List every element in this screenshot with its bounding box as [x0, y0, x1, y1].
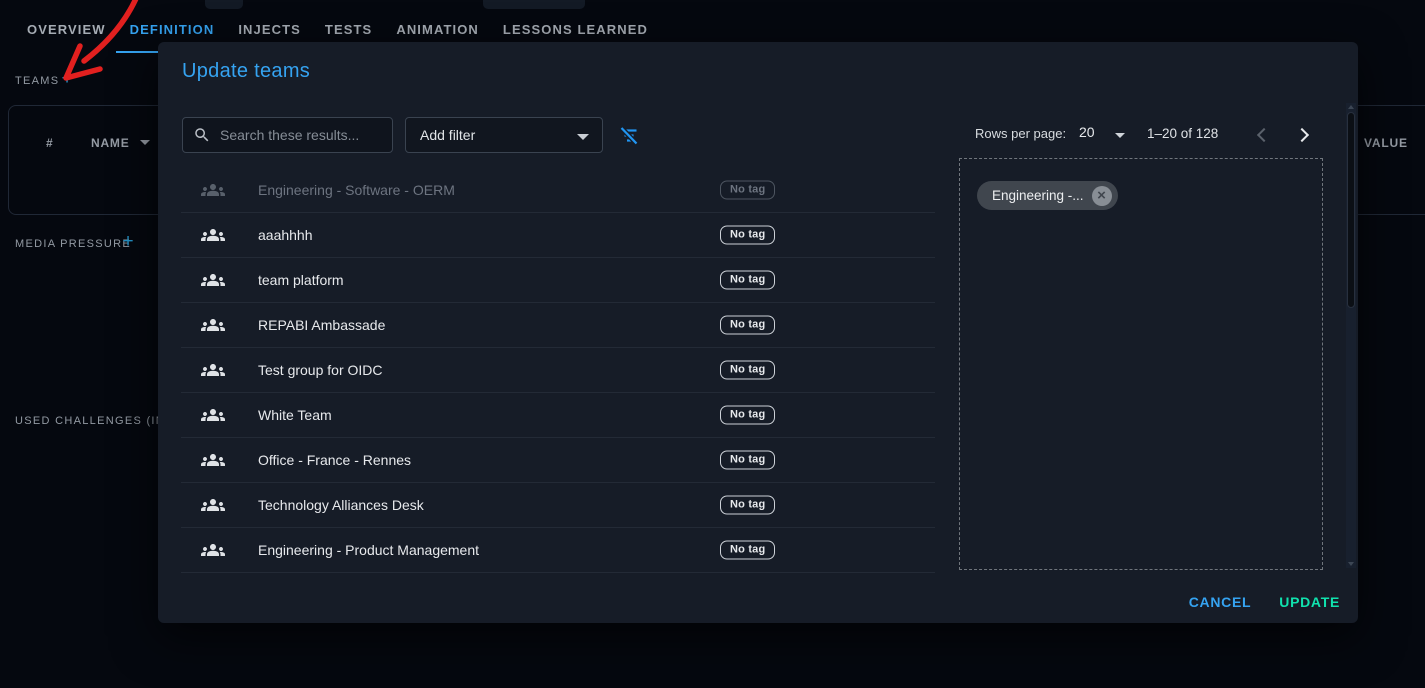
dialog-actions: CANCEL UPDATE [1189, 594, 1340, 610]
tab-overview[interactable]: OVERVIEW [15, 22, 118, 53]
no-tag-chip: No tag [720, 451, 775, 470]
cancel-button[interactable]: CANCEL [1189, 594, 1252, 610]
add-filter-select[interactable]: Add filter [405, 117, 603, 153]
sort-caret-icon [140, 140, 150, 145]
team-row[interactable]: Technology Alliances Desk No tag [181, 483, 935, 528]
scroll-down-icon [1348, 562, 1354, 566]
close-icon[interactable]: × [1092, 186, 1112, 206]
no-tag-chip: No tag [720, 541, 775, 560]
no-tag-chip: No tag [720, 271, 775, 290]
clear-filters-button[interactable] [617, 124, 641, 148]
teams-section-label: TEAMS [15, 75, 59, 87]
team-list: Engineering - Software - OERM No tag aaa… [181, 168, 935, 573]
update-button[interactable]: UPDATE [1279, 594, 1340, 610]
groups-icon [201, 358, 225, 382]
team-row[interactable]: Engineering - Product Management No tag [181, 528, 935, 573]
caret-down-icon [577, 134, 589, 140]
top-edge-box-small [205, 0, 243, 9]
groups-icon [201, 493, 225, 517]
dialog-title: Update teams [182, 60, 310, 83]
update-teams-dialog: Update teams Add filter [158, 42, 1358, 623]
add-filter-label: Add filter [420, 127, 475, 143]
scrollbar-thumb[interactable] [1347, 112, 1355, 308]
no-tag-chip: No tag [720, 406, 775, 425]
team-row[interactable]: aaahhhh No tag [181, 213, 935, 258]
groups-icon [201, 268, 225, 292]
selected-team-chip: Engineering -... × [977, 181, 1118, 210]
rows-per-page-label: Rows per page: [975, 126, 1066, 141]
next-page-button[interactable] [1293, 124, 1315, 146]
caret-down-icon [1115, 133, 1125, 138]
media-pressure-section-label: MEDIA PRESSURE [15, 238, 131, 250]
team-name: Technology Alliances Desk [258, 497, 424, 513]
groups-icon [201, 178, 225, 202]
team-row[interactable]: Test group for OIDC No tag [181, 348, 935, 393]
filter-off-icon [617, 124, 641, 148]
team-row[interactable]: Office - France - Rennes No tag [181, 438, 935, 483]
table-col-value: VALUE [1364, 136, 1408, 150]
table-col-name-sort[interactable]: NAME [91, 136, 150, 150]
table-col-number: # [46, 136, 53, 150]
pagination-range-label: 1–20 of 128 [1147, 126, 1218, 141]
no-tag-chip: No tag [720, 316, 775, 335]
no-tag-chip: No tag [720, 226, 775, 245]
search-icon [193, 126, 211, 144]
team-name: Test group for OIDC [258, 362, 383, 378]
search-input[interactable] [220, 127, 382, 143]
groups-icon [201, 538, 225, 562]
rows-per-page-select[interactable]: 20 [1079, 124, 1125, 146]
team-name: White Team [258, 407, 332, 423]
team-name: aaahhhh [258, 227, 313, 243]
selected-teams-dropzone[interactable]: Engineering -... × [959, 158, 1323, 570]
groups-icon [201, 223, 225, 247]
groups-icon [201, 448, 225, 472]
team-name: Engineering - Product Management [258, 542, 479, 558]
team-name: REPABI Ambassade [258, 317, 385, 333]
screen: OVERVIEW DEFINITION INJECTS TESTS ANIMAT… [0, 0, 1425, 688]
team-row[interactable]: REPABI Ambassade No tag [181, 303, 935, 348]
previous-page-button[interactable] [1251, 124, 1273, 146]
team-row[interactable]: White Team No tag [181, 393, 935, 438]
no-tag-chip: No tag [720, 496, 775, 515]
team-name: team platform [258, 272, 344, 288]
groups-icon [201, 313, 225, 337]
add-team-button[interactable]: + [57, 70, 77, 90]
no-tag-chip: No tag [720, 181, 775, 200]
team-row[interactable]: Engineering - Software - OERM No tag [181, 168, 935, 213]
rows-per-page-value: 20 [1079, 124, 1095, 140]
team-name: Office - France - Rennes [258, 452, 411, 468]
no-tag-chip: No tag [720, 361, 775, 380]
team-row[interactable]: team platform No tag [181, 258, 935, 303]
scroll-up-icon [1348, 105, 1354, 109]
search-box [182, 117, 393, 153]
groups-icon [201, 403, 225, 427]
dialog-scrollbar[interactable] [1346, 103, 1356, 568]
add-media-pressure-button[interactable]: + [118, 233, 138, 253]
top-edge-box-large [483, 0, 585, 9]
team-name: Engineering - Software - OERM [258, 182, 455, 198]
selected-team-chip-label: Engineering -... [992, 188, 1084, 203]
